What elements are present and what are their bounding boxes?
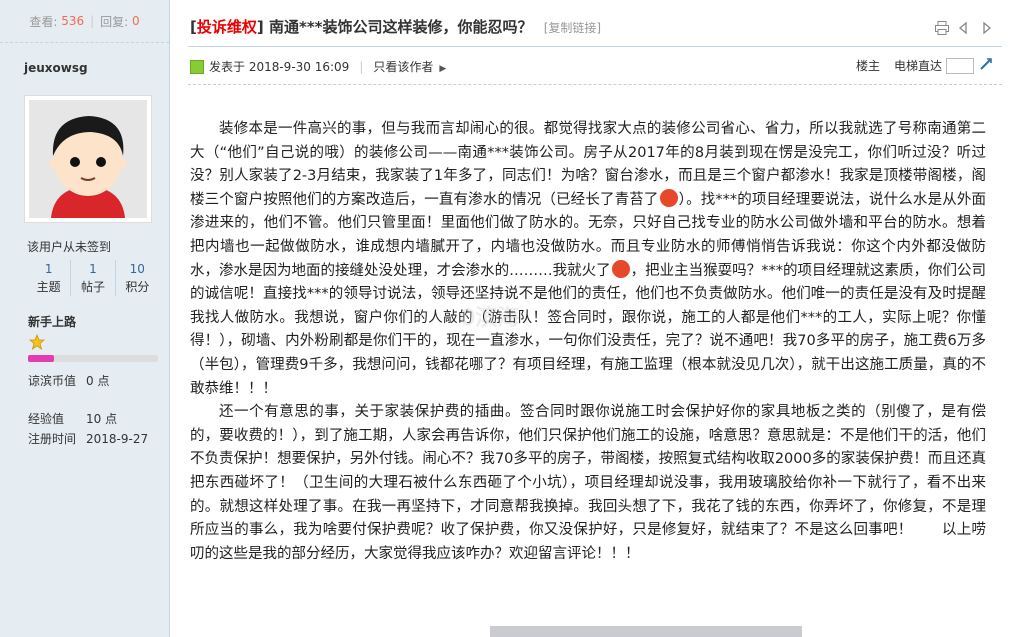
post-main: [投诉维权] 南通***装饰公司这样装修，你能忍吗？ [复制链接] 发表于 20… (170, 0, 1012, 637)
exp-value: 10 点 (86, 412, 118, 426)
post-meta: 发表于 2018-9-30 16:09 | 只看该作者 ▶ (190, 58, 446, 75)
stat-label: 积分 (125, 280, 150, 294)
post-paragraph: 还一个有意思的事，关于家装保护费的插曲。签合同时跟你说施工时会保护好你的家具地板… (190, 401, 986, 566)
stat-label: 主题 (36, 280, 61, 294)
post-paragraph: 装修本是一件高兴的事，但与我而言却闹心的很。都觉得找家大点的装修公司省心、省力，… (190, 118, 986, 401)
thread-title-text: 南通***装饰公司这样装修，你能忍吗？ (268, 18, 533, 36)
floor-jump-input[interactable] (946, 57, 974, 74)
stat-points[interactable]: 10 积分 (114, 260, 159, 296)
title-divider (188, 46, 1002, 47)
meta-divider-line (188, 84, 1002, 85)
floor-tools: 楼主 电梯直达 (856, 56, 994, 75)
thread-counters: 查看: 536 | 回复: 0 (0, 0, 169, 43)
views-count: 536 (61, 14, 85, 28)
avatar[interactable] (24, 95, 152, 223)
stat-posts[interactable]: 1 帖子 (70, 260, 114, 296)
level-progress-bar (28, 355, 158, 362)
author-username[interactable]: jeuxowsg (0, 43, 169, 75)
level-progress-fill (28, 355, 54, 362)
exp-label: 经验值 (28, 412, 65, 426)
avatar-image (29, 100, 147, 218)
thread-tools (934, 20, 994, 36)
replies-count: 0 (132, 14, 140, 28)
angry-face-icon (659, 188, 678, 207)
tag-bracket-close: ] (256, 18, 264, 36)
replies-label: 回复: (100, 14, 129, 29)
only-author-link[interactable]: 只看该作者 ▶ (373, 58, 446, 75)
stat-label: 帖子 (80, 280, 105, 294)
online-status-icon (190, 59, 204, 74)
star-icon (28, 333, 46, 350)
angry-face-icon (611, 259, 630, 278)
jump-go-icon[interactable] (978, 56, 994, 75)
post-content: 装修本是一件高兴的事，但与我而言却闹心的很。都觉得找家大点的装修公司省心、省力，… (190, 118, 986, 566)
coins-value: 0 点 (86, 374, 110, 388)
stat-threads[interactable]: 1 主题 (27, 260, 70, 296)
reg-label: 注册时间 (28, 432, 77, 446)
only-author-label: 只看该作者 (373, 60, 434, 74)
coins-label: 谅滨币值 (28, 374, 77, 388)
signin-status: 该用户从未签到 (27, 240, 112, 254)
counter-divider: | (90, 14, 95, 28)
stat-value: 10 (129, 262, 145, 276)
author-stats: 1 主题 1 帖子 10 积分 (27, 260, 159, 296)
reg-value: 2018-9-27 (86, 432, 149, 446)
floor-label: 楼主 (855, 59, 880, 73)
paragraph-text: 还一个有意思的事，关于家装保护费的插曲。签合同时跟你说施工时会保护好你的家具地板… (190, 404, 986, 562)
views-label: 查看: (29, 14, 58, 29)
tag-bracket-open: [ (190, 18, 197, 36)
jump-label: 电梯直达 (893, 59, 942, 73)
author-sidebar: 查看: 536 | 回复: 0 jeuxowsg 该用户从未签到 1 主题 1 … (0, 0, 170, 637)
user-level[interactable]: 新手上路 (28, 313, 76, 330)
stat-value: 1 (89, 262, 97, 276)
post-image[interactable] (490, 626, 802, 637)
prev-thread-icon[interactable] (956, 20, 972, 36)
posted-at: 发表于 2018-9-30 16:09 (209, 60, 350, 74)
paragraph-text: ，把业主当猴耍吗？***的项目经理就这素质，你们公司的诚信呢！直接找***的领导… (190, 262, 987, 397)
next-thread-icon[interactable] (978, 20, 994, 36)
copy-link-button[interactable]: [复制链接] (544, 21, 601, 35)
meta-divider: | (359, 59, 364, 74)
stat-value: 1 (44, 262, 53, 276)
thread-title: [投诉维权] 南通***装饰公司这样装修，你能忍吗？ [复制链接] (190, 16, 601, 37)
exp-row: 经验值 10 点 (28, 410, 117, 427)
category-tag[interactable]: 投诉维权 (197, 18, 257, 36)
caret-right-icon: ▶ (439, 64, 447, 74)
print-icon[interactable] (934, 20, 950, 36)
reg-row: 注册时间 2018-9-27 (28, 430, 148, 447)
coins-row: 谅滨币值 0 点 (28, 372, 109, 389)
watermark: 0滨海 (460, 306, 520, 331)
